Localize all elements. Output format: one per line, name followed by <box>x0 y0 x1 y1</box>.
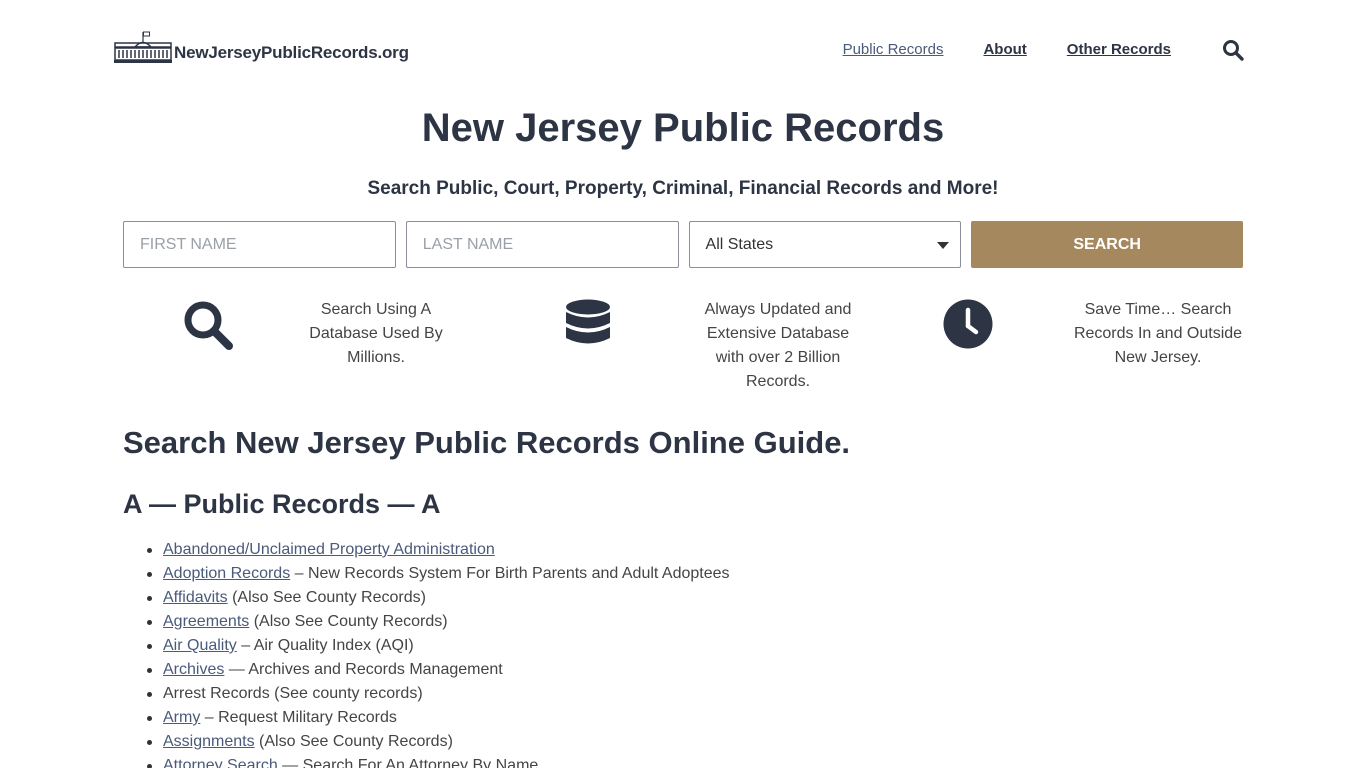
record-note: – New Records System For Birth Parents a… <box>290 565 730 582</box>
last-name-input[interactable] <box>405 221 679 268</box>
page-subtitle: Search Public, Court, Property, Criminal… <box>367 178 999 199</box>
list-item: Army – Request Military Records <box>147 706 730 730</box>
record-link[interactable]: Assignments <box>163 733 255 750</box>
feature-clock-text: Save Time… Search Records In and Outside… <box>1073 301 1243 366</box>
record-link[interactable]: Attorney Search <box>163 757 278 768</box>
record-note: – Request Military Records <box>200 709 397 726</box>
logo-text: NewJerseyPublicRecords.org <box>174 43 409 62</box>
people-search-form: All States SEARCH <box>123 221 1244 268</box>
main-nav: Public Records About Other Records <box>843 41 1171 58</box>
record-note: Arrest Records (See county records) <box>163 685 423 702</box>
guide-title: Search New Jersey Public Records Online … <box>123 425 851 460</box>
page-title: New Jersey Public Records <box>421 106 945 150</box>
list-item: Air Quality – Air Quality Index (AQI) <box>147 634 730 658</box>
record-link[interactable]: Air Quality <box>163 637 237 654</box>
magnifier-icon <box>184 301 233 350</box>
first-name-input[interactable] <box>123 221 396 268</box>
record-link[interactable]: Army <box>163 709 200 726</box>
record-link[interactable]: Archives <box>163 661 224 678</box>
clock-icon <box>943 299 993 349</box>
record-note: — Search For An Attorney By Name <box>277 757 539 768</box>
list-item: Archives — Archives and Records Manageme… <box>147 658 730 682</box>
record-link[interactable]: Adoption Records <box>163 565 290 582</box>
list-item: Attorney Search — Search For An Attorney… <box>147 754 730 768</box>
list-item: Abandoned/Unclaimed Property Administrat… <box>147 538 730 562</box>
record-note: (Also See County Records) <box>249 613 448 630</box>
list-item: Agreements (Also See County Records) <box>147 610 730 634</box>
nav-about[interactable]: About <box>983 41 1026 58</box>
search-button[interactable]: SEARCH <box>971 221 1244 268</box>
feature-database-text: Always Updated and Extensive Database wi… <box>704 301 852 390</box>
feature-search-text: Search Using A Database Used By Millions… <box>309 301 443 366</box>
nav-public-records[interactable]: Public Records <box>843 41 944 58</box>
list-item: Affidavits (Also See County Records) <box>147 586 730 610</box>
record-link[interactable]: Abandoned/Unclaimed Property Administrat… <box>163 541 495 558</box>
record-link[interactable]: Agreements <box>163 613 249 630</box>
record-note: – Air Quality Index (AQI) <box>236 637 414 654</box>
database-icon <box>566 299 610 344</box>
state-select[interactable]: All States <box>688 221 962 268</box>
section-title-a: A — Public Records — A <box>123 489 441 519</box>
list-item: Assignments (Also See County Records) <box>147 730 730 754</box>
site-logo[interactable]: NewJerseyPublicRecords.org <box>114 31 409 63</box>
search-icon[interactable] <box>1222 39 1244 61</box>
nav-other-records[interactable]: Other Records <box>1067 41 1171 58</box>
site-header: NewJerseyPublicRecords.org Public Record… <box>0 0 1366 100</box>
record-note: — Archives and Records Management <box>224 661 503 678</box>
list-item: Arrest Records (See county records) <box>147 682 730 706</box>
capitol-building-icon <box>114 31 172 63</box>
record-note: (Also See County Records) <box>227 589 426 606</box>
list-item: Adoption Records – New Records System Fo… <box>147 562 730 586</box>
records-list: Abandoned/Unclaimed Property Administrat… <box>147 538 730 768</box>
record-link[interactable]: Affidavits <box>163 589 228 606</box>
record-note: (Also See County Records) <box>254 733 453 750</box>
caret-down-icon <box>937 242 950 249</box>
state-select-value: All States <box>705 235 774 253</box>
